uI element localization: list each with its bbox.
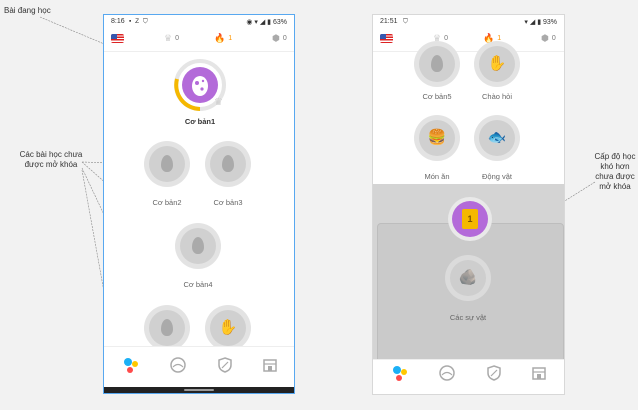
globe-icon[interactable] [438, 364, 456, 382]
shop-icon[interactable] [530, 364, 548, 382]
status-battery: ◉ ▾ ◢ ▮ 63% [246, 19, 287, 26]
bottom-navigation [373, 359, 564, 394]
egg-icon [161, 319, 173, 336]
flag-us-icon[interactable] [380, 34, 393, 43]
streak-stat[interactable]: 🔥 1 [214, 33, 232, 44]
castle-icon: 1 [462, 209, 478, 229]
gem-icon: ⬢ [541, 33, 549, 43]
skill-label: Cơ bản4 [183, 280, 213, 289]
fire-icon: 🔥 [214, 33, 226, 43]
flag-us-icon[interactable] [111, 34, 124, 43]
skill-node-locked[interactable] [144, 305, 190, 351]
home-icon[interactable] [391, 364, 409, 382]
gems-stat[interactable]: ⬢ 0 [541, 33, 556, 44]
status-notification-icons: ⛉ [403, 18, 409, 25]
skill-label: Cơ bản3 [213, 198, 243, 207]
phone-screen-learning-path: 8:16 ▪ Z ⛉ ◉ ▾ ◢ ▮ 63% ♛ 0 🔥 1 ⬢ 0 ♛ Cơ bản… [103, 14, 295, 394]
hand-icon: ✋ [218, 319, 238, 336]
status-time: 8:16 [111, 18, 125, 25]
skill-node-active[interactable]: ♛ [174, 59, 226, 111]
status-bar: 21:51 ⛉ ▾ ◢ ▮ 93% [373, 15, 564, 29]
skill-node-locked[interactable]: ✋ [205, 305, 251, 351]
globe-icon[interactable] [169, 356, 187, 374]
skill-node-locked[interactable] [175, 223, 221, 269]
crowns-stat[interactable]: ♛ 0 [164, 33, 179, 44]
skill-label: Các sự vật [449, 313, 487, 322]
fish-icon: 🐟 [487, 129, 507, 146]
status-notification-icons: ▪ Z ⛉ [129, 18, 149, 25]
egg-icon [161, 155, 173, 172]
bottom-navigation [104, 346, 294, 393]
crown-icon: ♛ [214, 97, 223, 108]
status-bar: 8:16 ▪ Z ⛉ ◉ ▾ ◢ ▮ 63% [104, 15, 294, 29]
skill-node-locked[interactable]: 🍔 [414, 115, 460, 161]
skill-node-locked[interactable]: 🐟 [474, 115, 520, 161]
shield-icon[interactable] [216, 356, 234, 374]
egg-icon [192, 237, 204, 254]
status-time: 21:51 [380, 18, 398, 25]
skill-label: Chào hỏi [481, 92, 513, 101]
shield-icon[interactable] [485, 364, 503, 382]
skill-node-locked[interactable] [144, 141, 190, 187]
skill-node-locked[interactable]: 🪨 [445, 255, 491, 301]
objects-icon: 🪨 [458, 269, 478, 286]
phone-screen-checkpoint: 21:51 ⛉ ▾ ◢ ▮ 93% ♛ 0 🔥 1 ⬢ 0 ✋ Cơ bản5 Chà… [372, 14, 565, 395]
egg-icon [431, 55, 443, 72]
skill-node-locked[interactable] [414, 41, 460, 87]
gem-icon: ⬢ [272, 33, 280, 43]
top-stats-bar: ♛ 0 🔥 1 ⬢ 0 [104, 29, 294, 52]
hand-icon: ✋ [487, 55, 507, 72]
skill-label: Cơ bản1 [184, 117, 216, 126]
gems-stat[interactable]: ⬢ 0 [272, 33, 287, 44]
crown-icon: ♛ [164, 33, 173, 43]
status-battery: ▾ ◢ ▮ 93% [524, 19, 557, 26]
home-icon[interactable] [122, 356, 140, 374]
egg-icon [222, 155, 234, 172]
skill-node-locked[interactable]: ✋ [474, 41, 520, 87]
home-indicator [104, 387, 294, 393]
skill-label: Động vật [481, 172, 513, 181]
shop-icon[interactable] [261, 356, 279, 374]
skill-node-locked[interactable] [205, 141, 251, 187]
checkpoint-node[interactable]: 1 [448, 197, 492, 241]
burger-icon: 🍔 [427, 129, 447, 146]
top-stats-bar: ♛ 0 🔥 1 ⬢ 0 [373, 29, 564, 52]
